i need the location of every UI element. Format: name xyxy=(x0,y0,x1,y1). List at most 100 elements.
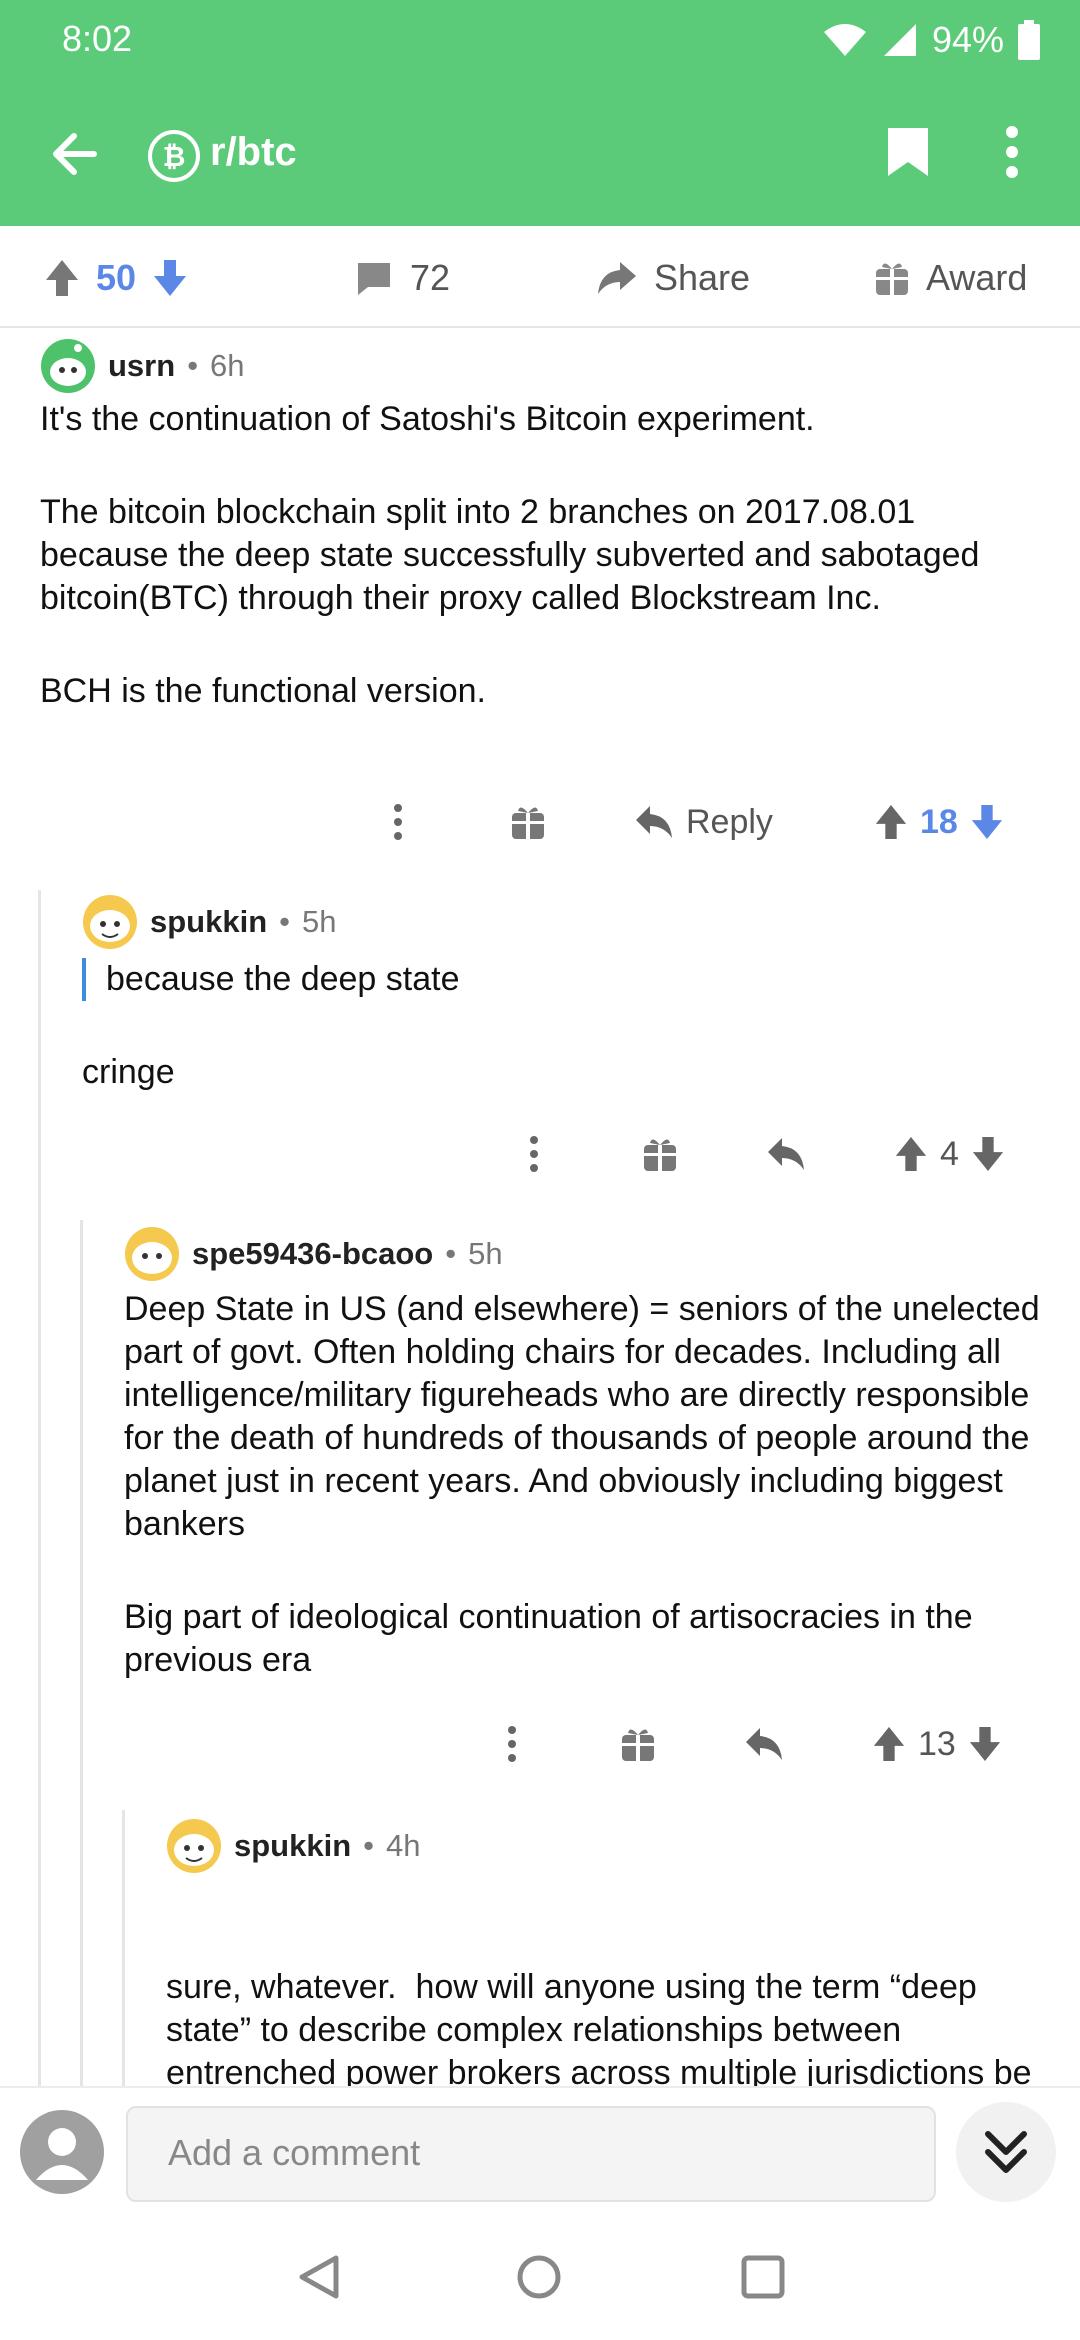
thread-line xyxy=(122,1810,125,2086)
nav-back-icon[interactable] xyxy=(298,2254,340,2300)
upvote-icon[interactable] xyxy=(874,803,908,841)
double-chevron-down-icon xyxy=(985,2131,1027,2173)
nav-home-icon[interactable] xyxy=(516,2254,562,2300)
subreddit-name[interactable]: r/btc xyxy=(210,130,297,175)
comment-score: 4 xyxy=(940,1134,959,1173)
post-vote-group: 50 xyxy=(44,250,188,306)
avatar[interactable] xyxy=(82,894,138,950)
meta-separator: • xyxy=(363,1828,375,1863)
wifi-icon xyxy=(823,24,866,56)
comment-spe59436-bcaoo: spe59436-bcaoo • 5h Deep State in US (an… xyxy=(124,1226,1054,1682)
comment-username[interactable]: usrn xyxy=(108,348,175,384)
battery-percent: 94% xyxy=(931,19,1004,60)
comment-count: 72 xyxy=(410,257,451,298)
reply-icon xyxy=(636,806,672,838)
comment-spukkin: spukkin • 5h because the deep state crin… xyxy=(82,894,1042,1094)
avatar[interactable] xyxy=(166,1818,222,1874)
more-icon[interactable] xyxy=(528,1134,540,1174)
avatar[interactable] xyxy=(124,1226,180,1282)
comment-body: sure, whatever. how will anyone using th… xyxy=(166,1880,1056,2086)
downvote-icon[interactable] xyxy=(152,258,188,298)
comment-spukkin-2: spukkin • 4h sure, whatever. how will an… xyxy=(166,1818,1056,2086)
thread-line xyxy=(38,890,41,2086)
comment-usrn: usrn • 6h It's the continuation of Satos… xyxy=(40,338,1040,713)
battery-icon xyxy=(1018,20,1040,60)
award-label: Award xyxy=(926,257,1028,298)
back-icon[interactable] xyxy=(44,124,104,184)
bookmark-icon[interactable] xyxy=(884,124,932,180)
subreddit-icon: ₿ xyxy=(148,130,200,182)
status-bar: 8:02 94% xyxy=(0,0,1080,80)
gift-icon[interactable] xyxy=(510,803,546,841)
comment-icon xyxy=(358,263,390,295)
reply-label: Reply xyxy=(686,802,773,841)
share-icon xyxy=(598,262,636,294)
comment-paragraph: It's the continuation of Satoshi's Bitco… xyxy=(40,400,815,438)
comment-actions: 4 xyxy=(0,1124,1080,1184)
comment-paragraph: The bitcoin blockchain split into 2 bran… xyxy=(40,493,980,617)
gift-icon xyxy=(876,263,908,295)
comment-score: 18 xyxy=(920,802,958,841)
avatar[interactable] xyxy=(40,338,96,394)
comment-age: 6h xyxy=(210,348,245,383)
meta-separator: • xyxy=(187,348,199,383)
award-button[interactable]: Award xyxy=(874,250,1027,306)
comment-body: because the deep state cringe xyxy=(82,958,1042,1094)
gift-icon[interactable] xyxy=(642,1135,678,1173)
reply-icon[interactable] xyxy=(766,1136,806,1172)
user-avatar-icon[interactable] xyxy=(20,2110,104,2194)
system-nav-bar xyxy=(0,2216,1080,2340)
comment-actions: 13 xyxy=(0,1714,1080,1774)
comment-username[interactable]: spukkin xyxy=(234,1828,351,1864)
upvote-icon[interactable] xyxy=(872,1725,906,1763)
comment-actions: Reply 18 xyxy=(0,792,1080,852)
comment-quote: because the deep state xyxy=(82,958,1042,1001)
nav-recents-icon[interactable] xyxy=(740,2254,786,2300)
comment-age: 5h xyxy=(468,1236,503,1271)
thread-line xyxy=(80,1220,83,2086)
comment-age: 5h xyxy=(302,904,337,939)
upvote-icon[interactable] xyxy=(894,1135,928,1173)
comment-paragraph: Big part of ideological continuation of … xyxy=(124,1598,973,1679)
downvote-icon[interactable] xyxy=(968,1725,1002,1763)
downvote-icon[interactable] xyxy=(971,1135,1005,1173)
comment-score: 13 xyxy=(918,1724,956,1763)
gift-icon[interactable] xyxy=(620,1725,656,1763)
reply-button[interactable]: Reply xyxy=(634,803,773,842)
add-comment-input[interactable]: Add a comment xyxy=(126,2106,936,2202)
app-bar: 8:02 94% ₿ r/btc xyxy=(0,0,1080,226)
meta-separator: • xyxy=(279,904,291,939)
comment-vote-group: 13 xyxy=(872,1725,1002,1764)
comment-placeholder: Add a comment xyxy=(168,2132,421,2173)
signal-icon xyxy=(883,24,916,56)
comment-vote-group: 18 xyxy=(874,803,1004,842)
downvote-icon[interactable] xyxy=(970,803,1004,841)
post-action-bar: 50 72 Share Award xyxy=(0,226,1080,328)
share-label: Share xyxy=(654,257,751,298)
upvote-icon[interactable] xyxy=(44,258,80,298)
expand-button[interactable] xyxy=(956,2102,1056,2202)
more-icon[interactable] xyxy=(506,1724,518,1764)
comment-vote-group: 4 xyxy=(894,1135,1005,1174)
comment-paragraph: sure, whatever. how will anyone using th… xyxy=(166,1968,1032,2086)
status-time: 8:02 xyxy=(62,18,133,59)
comment-meta: usrn • 6h xyxy=(40,338,1040,394)
comment-age: 4h xyxy=(386,1828,421,1863)
more-icon[interactable] xyxy=(392,802,404,842)
comment-meta: spe59436-bcaoo • 5h xyxy=(124,1226,1054,1282)
comment-paragraph: cringe xyxy=(82,1053,175,1091)
share-button[interactable]: Share xyxy=(596,250,750,306)
comment-body: It's the continuation of Satoshi's Bitco… xyxy=(40,398,1020,713)
comment-username[interactable]: spe59436-bcaoo xyxy=(192,1236,433,1272)
post-score: 50 xyxy=(96,257,137,298)
comment-composer: Add a comment xyxy=(0,2086,1080,2218)
meta-separator: • xyxy=(445,1236,457,1271)
svg-text:₿: ₿ xyxy=(163,140,186,173)
reply-icon[interactable] xyxy=(744,1726,784,1762)
comment-paragraph: Deep State in US (and elsewhere) = senio… xyxy=(124,1290,1040,1543)
more-icon[interactable] xyxy=(1004,124,1020,180)
comment-meta: spukkin • 5h xyxy=(82,894,1042,950)
comments-button[interactable]: 72 xyxy=(354,250,450,306)
comment-username[interactable]: spukkin xyxy=(150,904,267,940)
comment-paragraph: BCH is the functional version. xyxy=(40,672,486,710)
